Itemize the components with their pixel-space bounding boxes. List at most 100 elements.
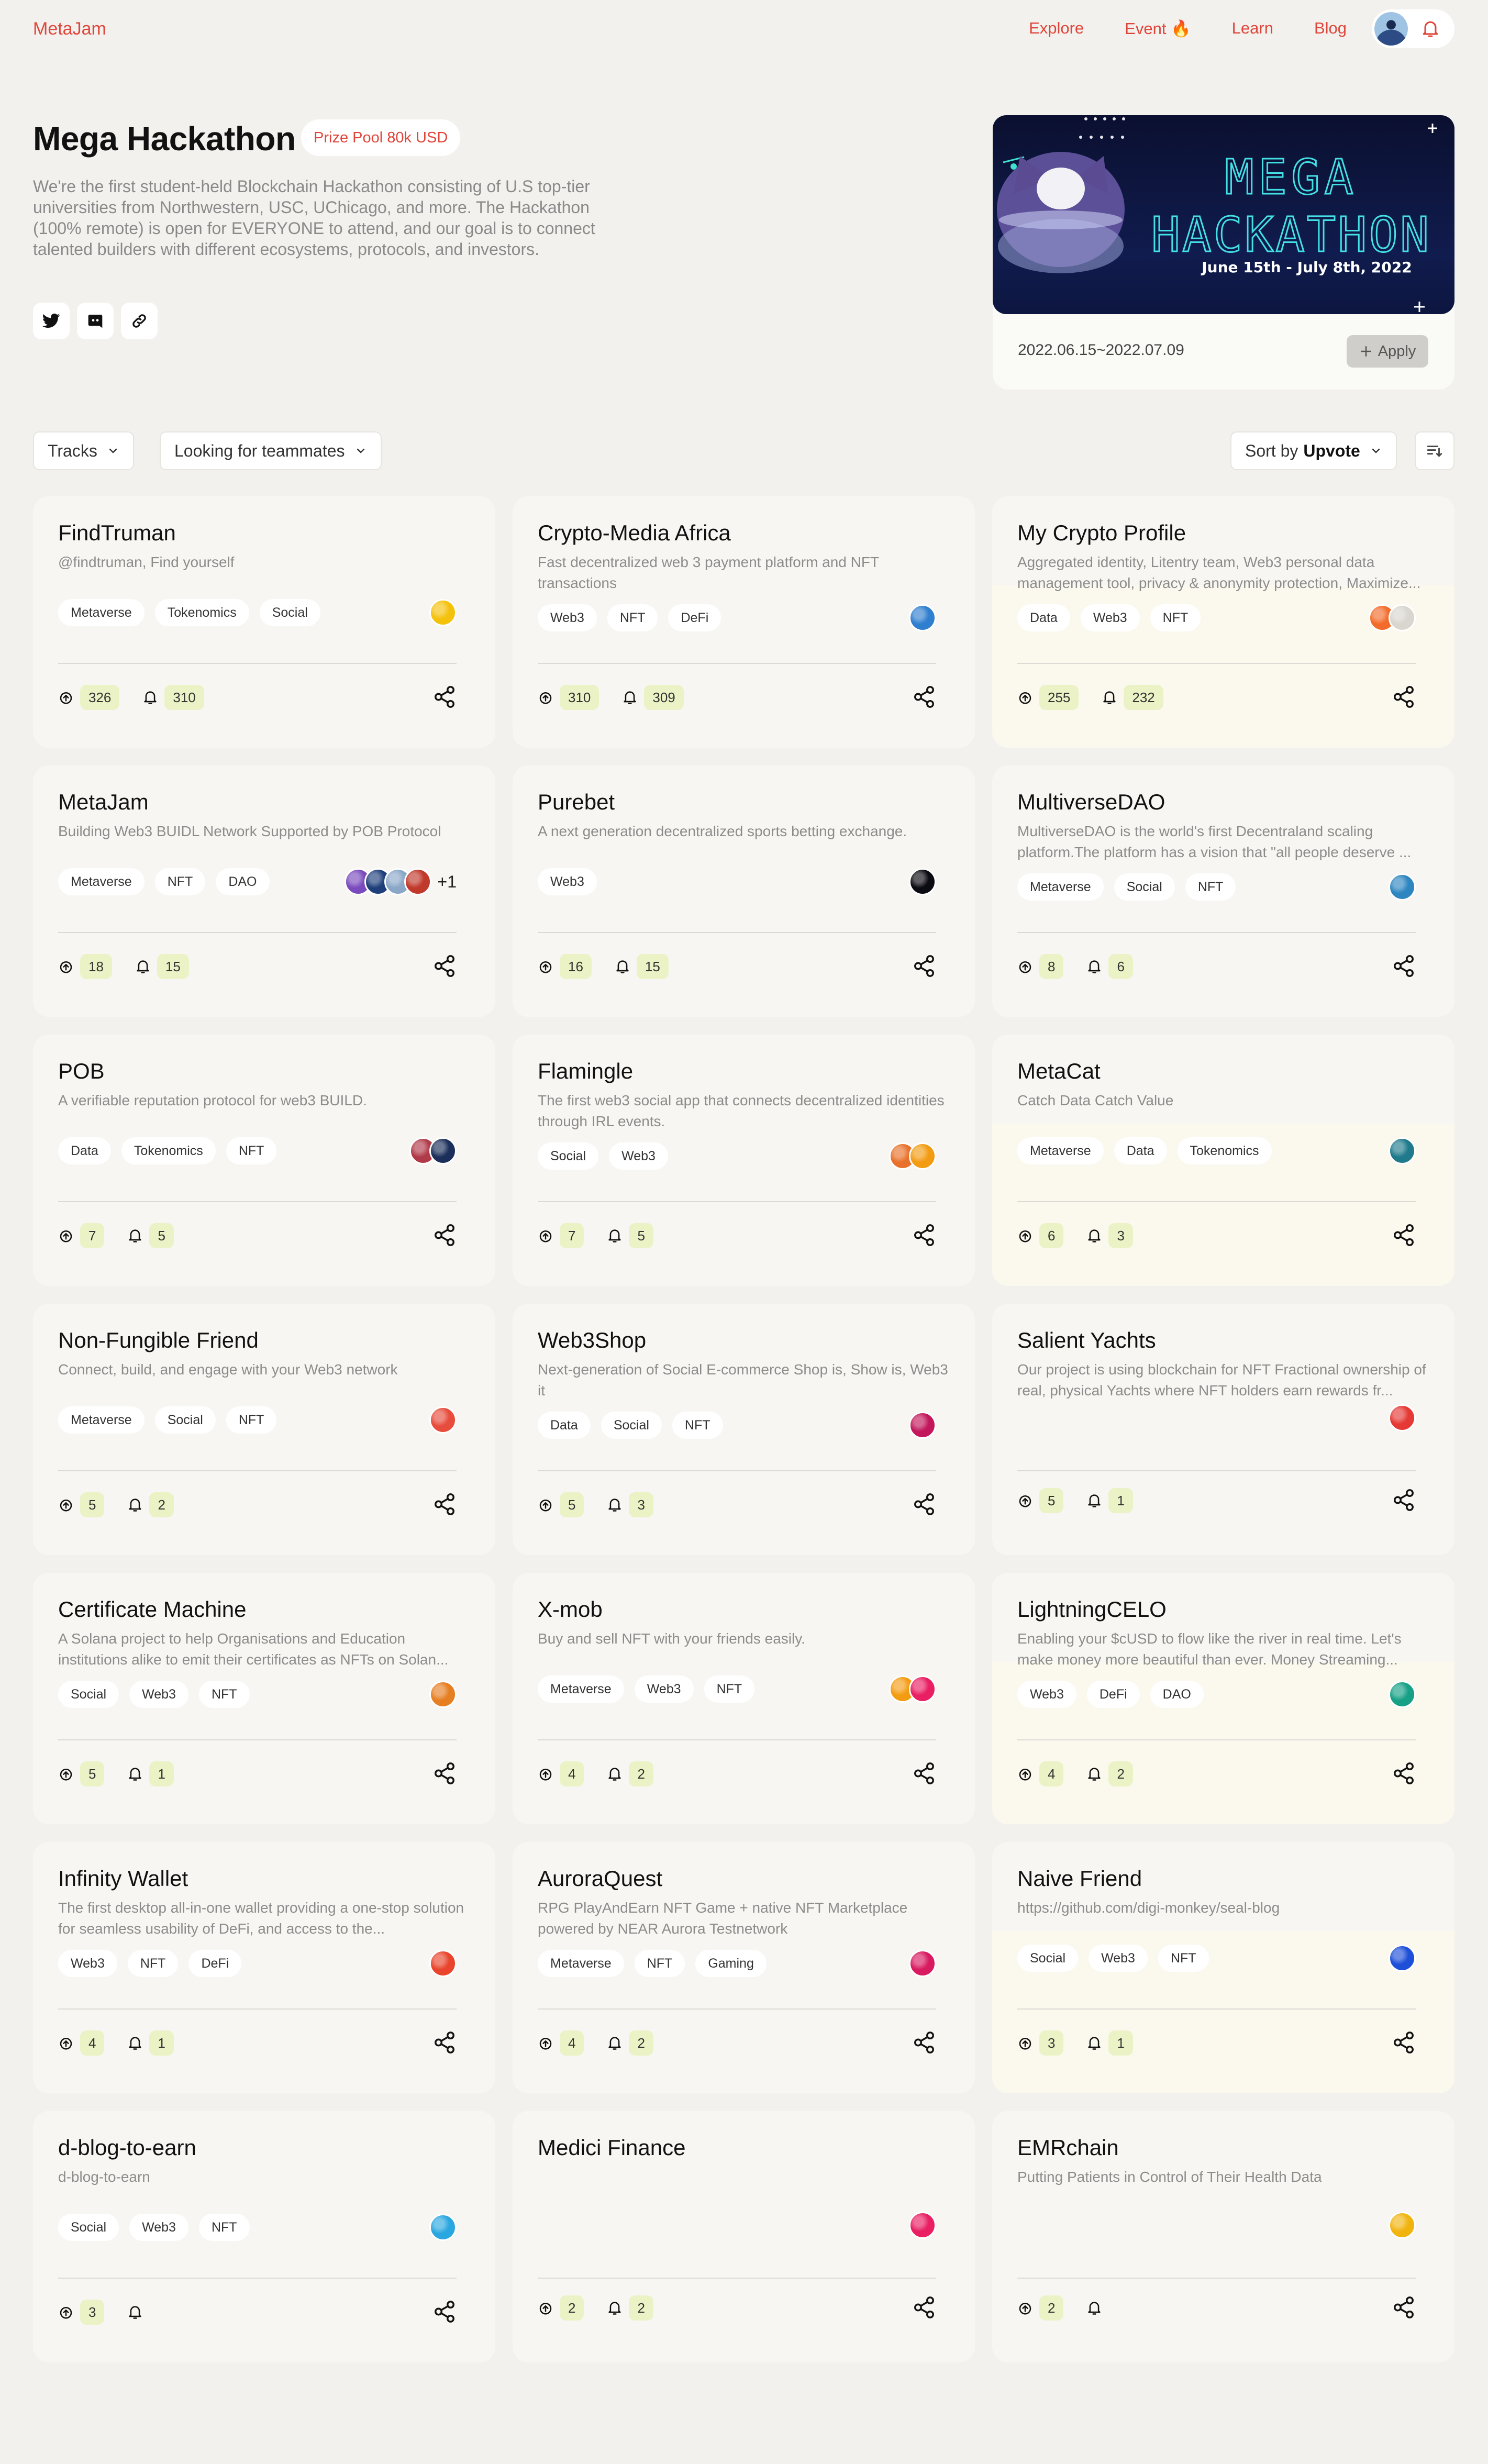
follow-button[interactable]: 15	[135, 954, 189, 979]
project-tag[interactable]: NFT	[672, 1412, 723, 1439]
project-title[interactable]: AuroraQuest	[538, 1866, 662, 1891]
member-avatar[interactable]	[909, 2212, 936, 2239]
project-card[interactable]: POB A verifiable reputation protocol for…	[33, 1035, 495, 1286]
project-title[interactable]: MetaJam	[58, 790, 149, 815]
upvote-button[interactable]: 5	[538, 1492, 584, 1517]
project-card[interactable]: AuroraQuest RPG PlayAndEarn NFT Game + n…	[513, 1842, 975, 2093]
project-tag[interactable]: Social	[58, 2214, 119, 2241]
member-avatar[interactable]	[429, 1681, 457, 1708]
member-avatar[interactable]	[1389, 604, 1416, 631]
share-icon[interactable]	[432, 1761, 457, 1785]
upvote-button[interactable]: 7	[58, 1223, 105, 1248]
project-tag[interactable]: NFT	[704, 1675, 755, 1703]
sort-order-button[interactable]	[1415, 431, 1454, 470]
upvote-button[interactable]: 8	[1017, 954, 1064, 979]
follow-button[interactable]: 15	[615, 954, 669, 979]
member-avatar[interactable]	[429, 1137, 457, 1164]
project-tag[interactable]: Social	[601, 1412, 662, 1439]
project-card[interactable]: d-blog-to-earn d-blog-to-earn Social Web3…	[33, 2111, 495, 2362]
project-card[interactable]: Purebet A next generation decentralized …	[513, 765, 975, 1017]
upvote-button[interactable]: 3	[58, 2300, 105, 2325]
share-icon[interactable]	[1392, 2295, 1416, 2319]
project-tag[interactable]: Metaverse	[58, 1406, 145, 1434]
project-card[interactable]: Certificate Machine A Solana project to …	[33, 1573, 495, 1824]
project-tag[interactable]: Social	[538, 1142, 599, 1170]
upvote-button[interactable]: 7	[538, 1223, 584, 1248]
upvote-button[interactable]: 326	[58, 685, 120, 710]
project-card[interactable]: My Crypto Profile Aggregated identity, L…	[992, 496, 1454, 748]
project-card[interactable]: Web3Shop Next-generation of Social E-com…	[513, 1304, 975, 1555]
member-avatar[interactable]	[1389, 2212, 1416, 2239]
project-tag[interactable]: Social	[154, 1406, 216, 1434]
follow-button[interactable]: 2	[607, 1761, 653, 1786]
member-avatar[interactable]	[909, 1675, 936, 1703]
project-card[interactable]: Salient Yachts Our project is using bloc…	[992, 1304, 1454, 1555]
project-tag[interactable]: DAO	[216, 868, 270, 895]
project-card[interactable]: Medici Finance 2 2	[513, 2111, 975, 2362]
member-avatar[interactable]	[429, 1950, 457, 1977]
project-title[interactable]: Purebet	[538, 790, 615, 815]
project-title[interactable]: FindTruman	[58, 520, 176, 546]
share-icon[interactable]	[1392, 2030, 1416, 2055]
member-avatar[interactable]	[1389, 1137, 1416, 1164]
upvote-button[interactable]: 2	[1017, 2295, 1064, 2321]
project-tag[interactable]: NFT	[127, 1950, 179, 1977]
project-card[interactable]: Crypto-Media Africa Fast decentralized w…	[513, 496, 975, 748]
share-icon[interactable]	[912, 2030, 936, 2055]
project-tag[interactable]: DAO	[1150, 1681, 1204, 1708]
share-icon[interactable]	[432, 954, 457, 978]
member-avatar[interactable]	[1389, 1404, 1416, 1431]
user-avatar[interactable]	[1374, 12, 1408, 46]
share-icon[interactable]	[432, 1223, 457, 1247]
apply-button[interactable]: Apply	[1347, 335, 1428, 368]
project-tag[interactable]: NFT	[226, 1137, 277, 1164]
member-avatar[interactable]	[909, 1950, 936, 1977]
tracks-dropdown[interactable]: Tracks	[33, 431, 134, 470]
project-title[interactable]: d-blog-to-earn	[58, 2135, 196, 2160]
project-title[interactable]: My Crypto Profile	[1017, 520, 1186, 546]
nav-learn[interactable]: Learn	[1232, 19, 1273, 38]
project-tag[interactable]: NFT	[198, 2214, 250, 2241]
project-card[interactable]: Naive Friend https://github.com/digi-mon…	[992, 1842, 1454, 2093]
project-card[interactable]: EMRchain Putting Patients in Control of …	[992, 2111, 1454, 2362]
project-tag[interactable]: Tokenomics	[121, 1137, 216, 1164]
project-title[interactable]: Crypto-Media Africa	[538, 520, 731, 546]
member-avatar[interactable]	[429, 2214, 457, 2241]
project-tag[interactable]: Web3	[538, 604, 597, 631]
member-avatar[interactable]	[909, 1412, 936, 1439]
project-tag[interactable]: NFT	[198, 1681, 250, 1708]
share-icon[interactable]	[912, 1761, 936, 1785]
share-icon[interactable]	[912, 685, 936, 709]
project-tag[interactable]: Metaverse	[1017, 1137, 1104, 1164]
project-card[interactable]: MetaCat Catch Data Catch Value Metaverse…	[992, 1035, 1454, 1286]
project-title[interactable]: MultiverseDAO	[1017, 790, 1165, 815]
project-title[interactable]: X-mob	[538, 1597, 603, 1622]
follow-button[interactable]: 1	[127, 2030, 174, 2056]
project-title[interactable]: POB	[58, 1059, 105, 1084]
project-tag[interactable]: Metaverse	[1017, 873, 1104, 901]
upvote-button[interactable]: 255	[1017, 685, 1079, 710]
project-card[interactable]: Non-Fungible Friend Connect, build, and …	[33, 1304, 495, 1555]
nav-blog[interactable]: Blog	[1314, 19, 1347, 38]
upvote-button[interactable]: 4	[58, 2030, 105, 2056]
project-tag[interactable]: Tokenomics	[1177, 1137, 1272, 1164]
member-avatar[interactable]	[404, 868, 431, 895]
upvote-button[interactable]: 3	[1017, 2030, 1064, 2056]
project-title[interactable]: Naive Friend	[1017, 1866, 1142, 1891]
project-title[interactable]: LightningCELO	[1017, 1597, 1167, 1622]
share-icon[interactable]	[432, 2030, 457, 2055]
project-card[interactable]: MetaJam Building Web3 BUIDL Network Supp…	[33, 765, 495, 1017]
website-link-button[interactable]	[121, 303, 158, 339]
sort-dropdown[interactable]: Sort by Upvote	[1230, 431, 1397, 470]
share-icon[interactable]	[912, 1223, 936, 1247]
project-tag[interactable]: Data	[58, 1137, 111, 1164]
nav-explore[interactable]: Explore	[1029, 19, 1084, 38]
upvote-button[interactable]: 5	[58, 1761, 105, 1786]
project-tag[interactable]: Tokenomics	[154, 599, 249, 626]
follow-button[interactable]	[1086, 2300, 1102, 2316]
follow-button[interactable]: 1	[127, 1761, 174, 1786]
project-card[interactable]: X-mob Buy and sell NFT with your friends…	[513, 1573, 975, 1824]
follow-button[interactable]: 2	[127, 1492, 174, 1517]
project-tag[interactable]: Web3	[1089, 1945, 1148, 1972]
project-tag[interactable]: Metaverse	[58, 868, 145, 895]
